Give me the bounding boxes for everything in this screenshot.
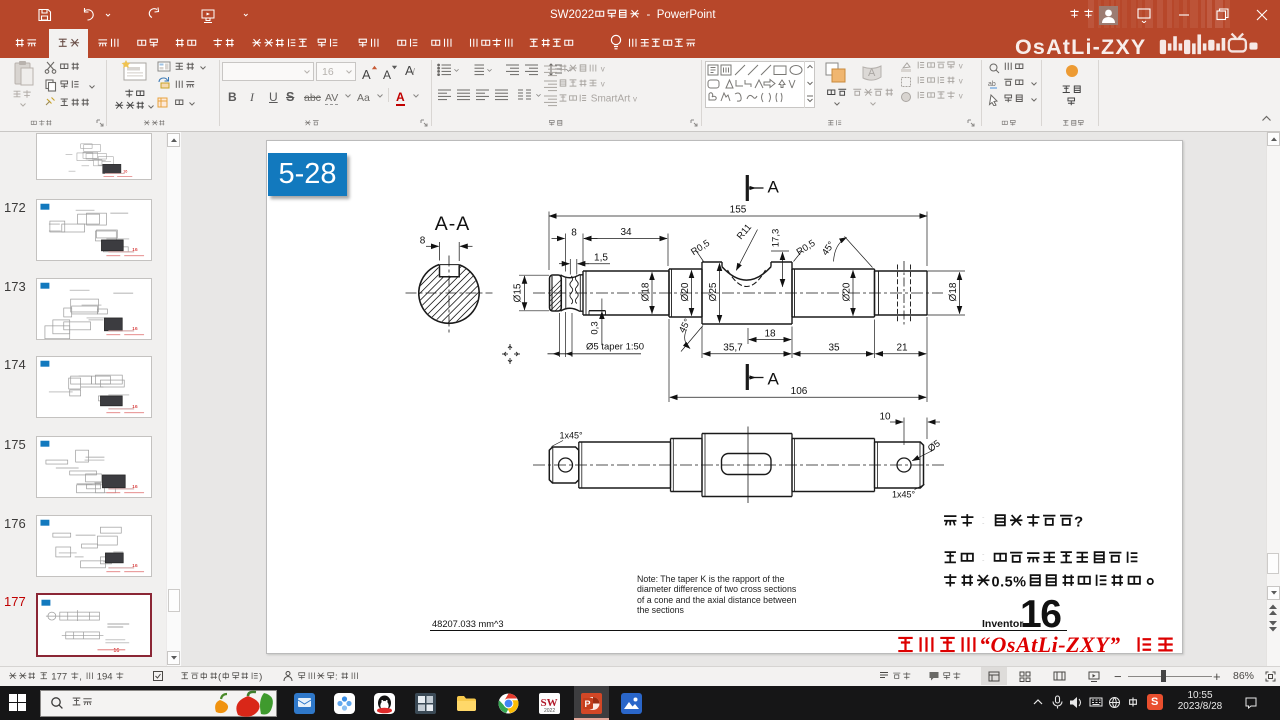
svg-text:Ø20: Ø20 — [842, 282, 853, 301]
svg-text:10: 10 — [879, 412, 891, 423]
svg-text:R0,5: R0,5 — [689, 238, 712, 258]
svg-text:Ø18: Ø18 — [641, 282, 652, 301]
svg-text:Ø25: Ø25 — [708, 282, 719, 301]
svg-text:45°: 45° — [820, 239, 837, 257]
svg-text:45°: 45° — [677, 317, 694, 335]
svg-text:Ø18: Ø18 — [948, 282, 959, 301]
svg-text:8: 8 — [571, 228, 577, 239]
svg-text:R0,5: R0,5 — [795, 238, 818, 258]
svg-text:35,7: 35,7 — [723, 342, 743, 353]
svg-text:21: 21 — [896, 342, 908, 353]
svg-text:34: 34 — [620, 227, 632, 238]
svg-text:Ø5 taper 1:50: Ø5 taper 1:50 — [586, 342, 644, 353]
svg-text:Ø5: Ø5 — [926, 438, 943, 454]
svg-text:A-A: A-A — [435, 213, 471, 235]
svg-text:1x45°: 1x45° — [560, 431, 584, 441]
svg-text:Ø15: Ø15 — [513, 283, 524, 302]
svg-text:A: A — [768, 370, 780, 389]
svg-text:35: 35 — [828, 342, 840, 353]
svg-text:8: 8 — [420, 236, 426, 247]
svg-text:A: A — [768, 178, 780, 197]
svg-text:17,3: 17,3 — [771, 229, 782, 248]
svg-text:0,3: 0,3 — [590, 321, 601, 334]
svg-text:R11: R11 — [735, 222, 754, 242]
svg-text:1x45°: 1x45° — [892, 490, 916, 500]
svg-text:1,5: 1,5 — [594, 252, 608, 263]
svg-text:18: 18 — [764, 328, 776, 339]
svg-text:155: 155 — [730, 205, 747, 216]
svg-text:Ø20: Ø20 — [680, 282, 691, 301]
svg-text:106: 106 — [791, 386, 808, 397]
